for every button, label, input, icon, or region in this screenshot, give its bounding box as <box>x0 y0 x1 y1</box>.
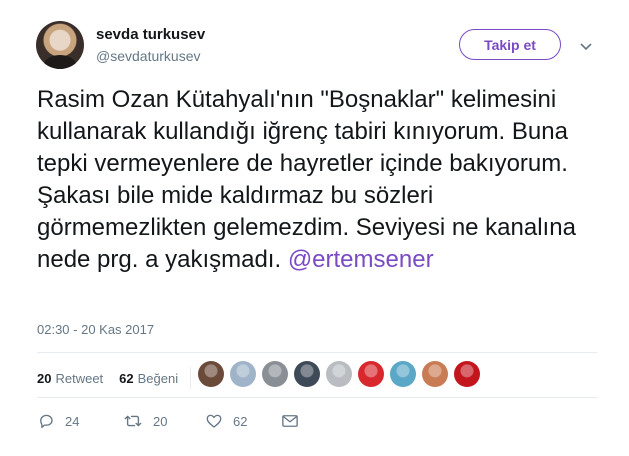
reply-icon <box>40 414 53 429</box>
like-stat[interactable]: 62 Beğeni <box>119 371 178 386</box>
liker-avatar-2[interactable] <box>230 361 256 387</box>
follow-button[interactable]: Takip et <box>459 29 561 60</box>
like-stat-label: Beğeni <box>137 370 179 386</box>
envelope-icon <box>282 415 298 427</box>
divider-top <box>37 352 597 353</box>
direct-message-action[interactable] <box>281 413 299 429</box>
liker-avatar-6[interactable] <box>358 361 384 387</box>
stats-separator <box>190 367 192 389</box>
retweet-icon <box>124 415 142 427</box>
like-stat-count: 62 <box>119 370 134 386</box>
liker-avatar-4[interactable] <box>294 361 320 387</box>
reply-action[interactable]: 24 <box>37 412 123 430</box>
mention-link[interactable]: @ertemsener <box>288 246 434 273</box>
like-action[interactable]: 62 <box>205 412 281 430</box>
liker-avatar-9[interactable] <box>454 361 480 387</box>
reply-count: 24 <box>65 413 80 429</box>
tweet-text: Rasim Ozan Kütahyalı'nın "Boşnaklar" kel… <box>37 84 602 276</box>
retweet-stat-label: Retweet <box>55 370 104 386</box>
tweet-text-body: Rasim Ozan Kütahyalı'nın "Boşnaklar" kel… <box>37 86 576 273</box>
liker-avatar-3[interactable] <box>262 361 288 387</box>
liker-avatar-1[interactable] <box>198 361 224 387</box>
user-handle[interactable]: @sevdaturkusev <box>96 48 200 64</box>
like-count: 62 <box>233 413 248 429</box>
liker-avatar-5[interactable] <box>326 361 352 387</box>
user-display-name[interactable]: sevda turkusev <box>96 26 205 43</box>
tweet-stats: 20 Retweet 62 Beğeni <box>37 367 202 389</box>
tweet-timestamp[interactable]: 02:30 - 20 Kas 2017 <box>37 322 154 337</box>
retweet-count: 20 <box>153 413 168 429</box>
retweet-stat[interactable]: 20 Retweet <box>37 371 103 386</box>
retweet-stat-count: 20 <box>37 370 52 386</box>
chevron-down-icon[interactable] <box>580 38 592 56</box>
liker-avatar-7[interactable] <box>390 361 416 387</box>
liker-avatar-8[interactable] <box>422 361 448 387</box>
liker-avatars <box>198 361 486 387</box>
heart-icon <box>206 414 222 428</box>
retweet-action[interactable]: 20 <box>123 412 205 430</box>
tweet-actions: 24 20 62 <box>37 412 299 430</box>
divider-bottom <box>37 397 597 398</box>
user-avatar[interactable] <box>36 21 84 69</box>
